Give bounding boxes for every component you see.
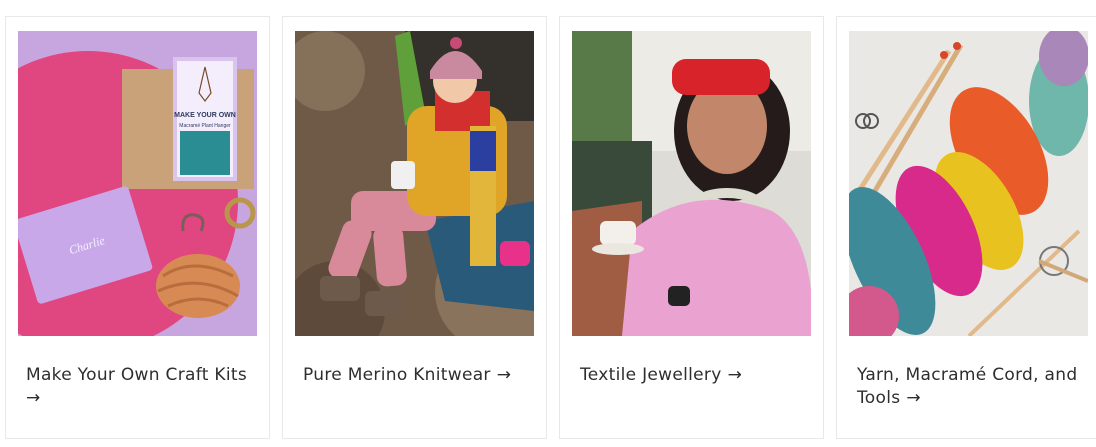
textile-jewellery-photo	[572, 31, 811, 336]
merino-knitwear-image[interactable]	[295, 31, 534, 336]
arrow-right-icon: →	[26, 388, 41, 408]
collection-card-textile-jewellery[interactable]: Textile Jewellery →	[559, 16, 824, 439]
collection-title-text: Textile Jewellery	[580, 365, 722, 385]
collection-card-craft-kits[interactable]: MAKE YOUR OWN Macramé Plant Hanger Charl…	[5, 16, 270, 439]
arrow-right-icon: →	[906, 388, 921, 408]
arrow-right-icon: →	[727, 365, 743, 385]
collection-title[interactable]: Yarn, Macramé Cord, and Tools →	[857, 364, 1088, 410]
collection-grid: MAKE YOUR OWN Macramé Plant Hanger Charl…	[5, 16, 1096, 439]
collection-card-merino-knitwear[interactable]: Pure Merino Knitwear →	[282, 16, 547, 439]
collection-card-yarn-tools[interactable]: Yarn, Macramé Cord, and Tools →	[836, 16, 1096, 439]
textile-jewellery-image[interactable]	[572, 31, 811, 336]
svg-text:Macramé Plant Hanger: Macramé Plant Hanger	[179, 123, 231, 129]
collection-title-text: Yarn, Macramé Cord, and Tools	[857, 365, 1078, 408]
collection-title[interactable]: Textile Jewellery →	[580, 364, 811, 387]
arrow-right-icon: →	[496, 365, 512, 385]
collection-title-text: Make Your Own Craft Kits	[26, 365, 247, 385]
collection-title[interactable]: Pure Merino Knitwear →	[303, 364, 534, 387]
craft-kit-image[interactable]: MAKE YOUR OWN Macramé Plant Hanger Charl…	[18, 31, 257, 336]
merino-knitwear-photo	[295, 31, 534, 336]
collection-title[interactable]: Make Your Own Craft Kits →	[26, 364, 257, 410]
svg-text:MAKE YOUR OWN: MAKE YOUR OWN	[174, 112, 236, 119]
yarn-tools-image[interactable]	[849, 31, 1088, 336]
yarn-tools-photo	[849, 31, 1088, 336]
craft-kit-photo: MAKE YOUR OWN Macramé Plant Hanger Charl…	[18, 31, 257, 336]
collection-title-text: Pure Merino Knitwear	[303, 365, 491, 385]
